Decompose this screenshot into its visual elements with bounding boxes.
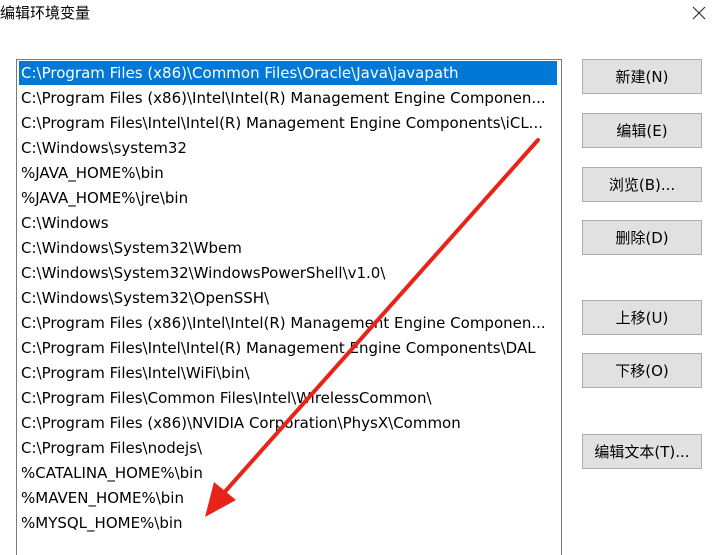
list-item[interactable]: C:\Program Files (x86)\Intel\Intel(R) Ma…: [19, 311, 557, 335]
list-item[interactable]: C:\Program Files\Common Files\Intel\Wire…: [19, 386, 557, 410]
list-item[interactable]: C:\Windows\system32: [19, 136, 557, 160]
browse-button[interactable]: 浏览(B)...: [582, 167, 702, 202]
list-item[interactable]: C:\Program Files (x86)\Common Files\Orac…: [19, 61, 557, 85]
list-item[interactable]: C:\Program Files (x86)\NVIDIA Corporatio…: [19, 411, 557, 435]
list-item[interactable]: %CATALINA_HOME%\bin: [19, 461, 557, 485]
list-item[interactable]: C:\Program Files\nodejs\: [19, 436, 557, 460]
list-item[interactable]: C:\Windows\System32\Wbem: [19, 236, 557, 260]
list-item[interactable]: %JAVA_HOME%\bin: [19, 161, 557, 185]
list-item[interactable]: C:\Program Files\Intel\Intel(R) Manageme…: [19, 111, 557, 135]
close-icon: [692, 6, 705, 20]
list-item[interactable]: C:\Program Files\Intel\Intel(R) Manageme…: [19, 336, 557, 360]
list-item[interactable]: C:\Windows\System32\OpenSSH\: [19, 286, 557, 310]
close-button[interactable]: [684, 0, 713, 26]
list-item[interactable]: %JAVA_HOME%\jre\bin: [19, 186, 557, 210]
delete-button[interactable]: 删除(D): [582, 220, 702, 255]
list-item[interactable]: C:\Windows: [19, 211, 557, 235]
new-button[interactable]: 新建(N): [582, 59, 702, 94]
edit-text-button[interactable]: 编辑文本(T)...: [582, 434, 702, 469]
edit-button[interactable]: 编辑(E): [582, 113, 702, 148]
list-item[interactable]: C:\Program Files (x86)\Intel\Intel(R) Ma…: [19, 86, 557, 110]
list-item[interactable]: %MAVEN_HOME%\bin: [19, 486, 557, 510]
dialog-title: 编辑环境变量: [0, 4, 91, 22]
list-item[interactable]: %MYSQL_HOME%\bin: [19, 511, 557, 535]
list-item[interactable]: C:\Windows\System32\WindowsPowerShell\v1…: [19, 261, 557, 285]
move-down-button[interactable]: 下移(O): [582, 353, 702, 388]
path-list[interactable]: C:\Program Files (x86)\Common Files\Orac…: [16, 59, 562, 555]
list-item[interactable]: C:\Program Files\Intel\WiFi\bin\: [19, 361, 557, 385]
move-up-button[interactable]: 上移(U): [582, 300, 702, 335]
